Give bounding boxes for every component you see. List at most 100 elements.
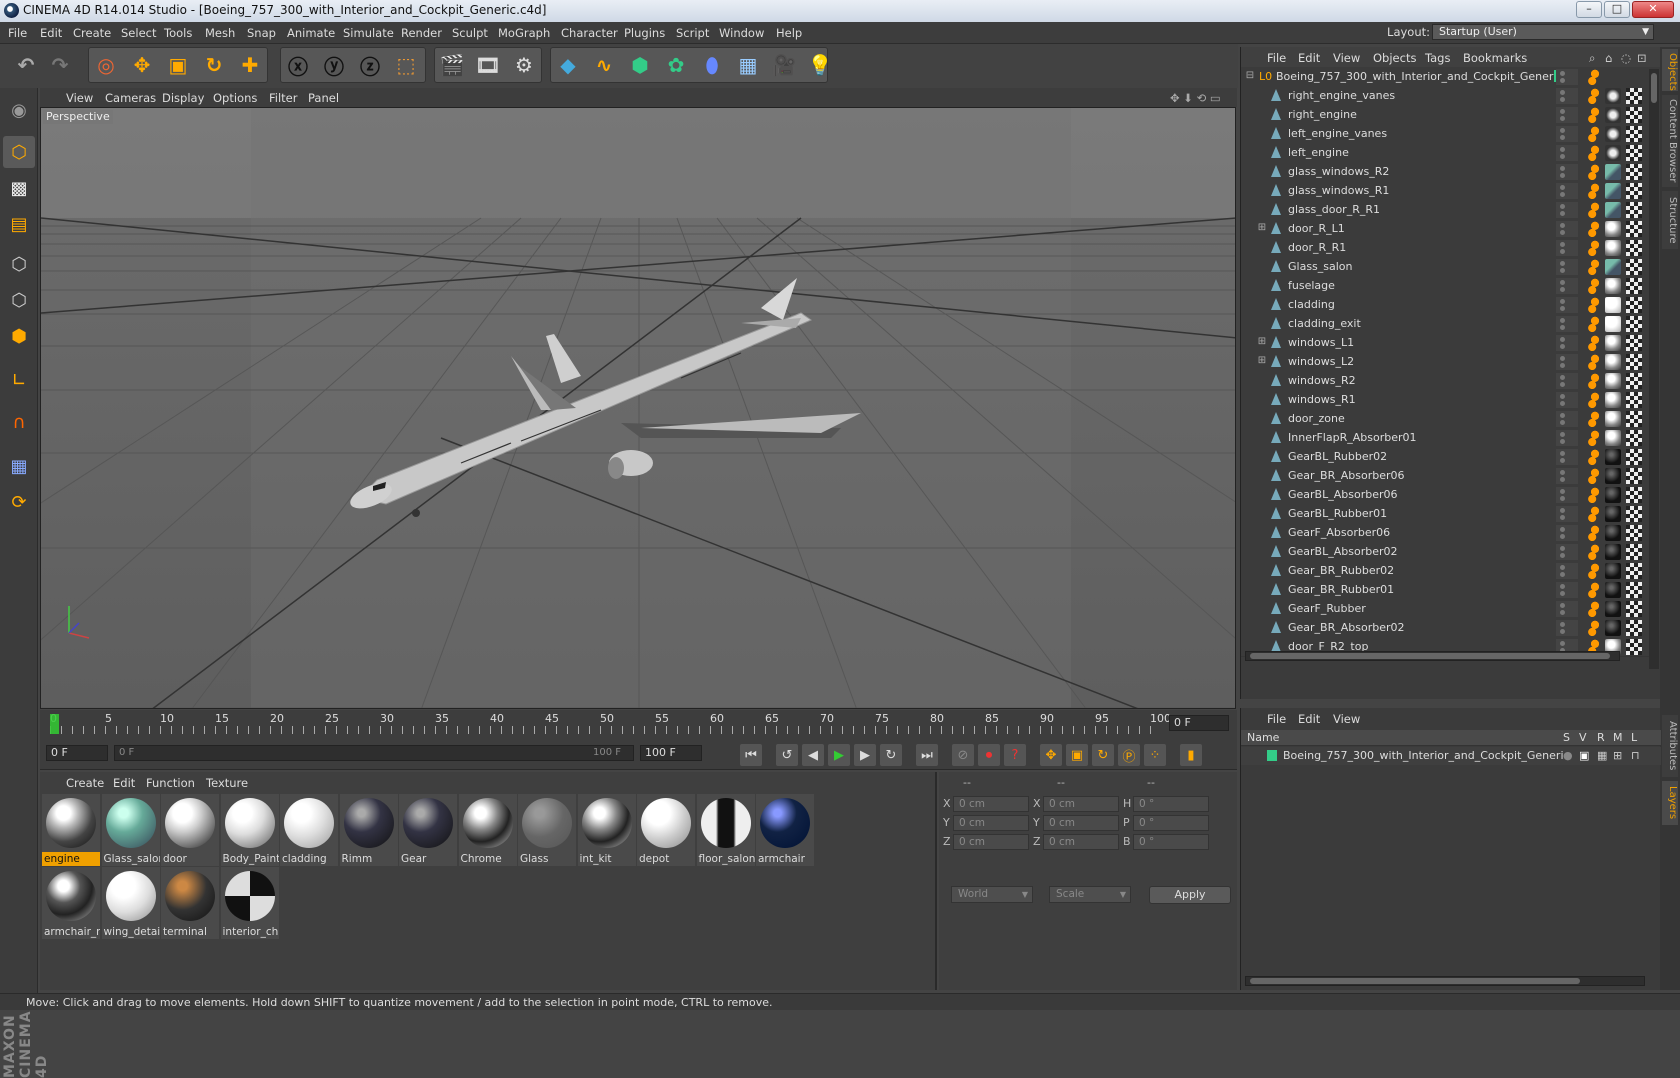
material-tag-icon[interactable] bbox=[1605, 221, 1621, 237]
visibility-dots[interactable] bbox=[1556, 240, 1578, 256]
key-position-icon[interactable]: ✥ bbox=[1040, 744, 1062, 766]
material-tag-icon[interactable] bbox=[1605, 392, 1621, 408]
tweak-mode-icon[interactable]: ⟳ bbox=[3, 486, 35, 518]
render-toggle-icon[interactable]: ▦ bbox=[1597, 749, 1607, 762]
phong-tag-icon[interactable] bbox=[1588, 335, 1602, 351]
phong-tag-icon[interactable] bbox=[1588, 240, 1602, 256]
material-engine[interactable]: engine bbox=[42, 794, 100, 866]
material-armchair-m[interactable]: armchair_m bbox=[42, 867, 100, 939]
object-row[interactable]: right_engine_vanes bbox=[1241, 86, 1649, 106]
texture-mode-icon[interactable]: ▩ bbox=[3, 172, 35, 204]
layer-row[interactable]: Boeing_757_300_with_Interior_and_Cockpit… bbox=[1241, 747, 1661, 765]
search-icon[interactable]: ⌕ bbox=[1589, 51, 1595, 66]
menu-file[interactable]: File bbox=[8, 26, 27, 40]
objects-menu-tags[interactable]: Tags bbox=[1425, 51, 1450, 65]
render-settings-icon[interactable]: ⚙ bbox=[508, 49, 540, 81]
current-frame-field[interactable]: 0 F bbox=[1169, 715, 1229, 731]
visibility-dots[interactable] bbox=[1556, 354, 1578, 370]
eye-icon[interactable]: ◌ bbox=[1621, 51, 1631, 65]
object-row[interactable]: glass_windows_R1 bbox=[1241, 181, 1649, 201]
keyframe-selection-icon[interactable]: ? bbox=[1004, 744, 1026, 766]
tab-content-browser[interactable]: Content Browser bbox=[1662, 95, 1678, 187]
uvw-tag-icon[interactable] bbox=[1626, 563, 1642, 579]
phong-tag-icon[interactable] bbox=[1588, 563, 1602, 579]
rotation-field-h[interactable]: 0 ° bbox=[1133, 796, 1209, 812]
material-menu-texture[interactable]: Texture bbox=[206, 776, 248, 790]
uvw-tag-icon[interactable] bbox=[1626, 88, 1642, 104]
material-tag-icon[interactable] bbox=[1605, 525, 1621, 541]
viewport-menu-display[interactable]: Display bbox=[162, 91, 204, 105]
expand-icon[interactable]: ⊞ bbox=[1257, 337, 1267, 347]
uvw-tag-icon[interactable] bbox=[1626, 639, 1642, 655]
material-tag-icon[interactable] bbox=[1605, 297, 1621, 313]
uvw-tag-icon[interactable] bbox=[1626, 354, 1642, 370]
menu-sculpt[interactable]: Sculpt bbox=[452, 26, 488, 40]
phong-tag-icon[interactable] bbox=[1588, 582, 1602, 598]
objects-menu-view[interactable]: View bbox=[1333, 51, 1360, 65]
viewport-menu-cameras[interactable]: Cameras bbox=[105, 91, 156, 105]
object-row[interactable]: GearF_Absorber06 bbox=[1241, 523, 1649, 543]
phong-tag-icon[interactable] bbox=[1588, 316, 1602, 332]
uvw-tag-icon[interactable] bbox=[1626, 107, 1642, 123]
viewport-menu-view[interactable]: View bbox=[66, 91, 93, 105]
tab-structure[interactable]: Structure bbox=[1662, 191, 1678, 249]
phong-tag-icon[interactable] bbox=[1588, 164, 1602, 180]
phong-tag-icon[interactable] bbox=[1588, 259, 1602, 275]
playhead[interactable] bbox=[50, 714, 59, 734]
material-terminal[interactable]: terminal bbox=[161, 867, 219, 939]
visibility-dots[interactable] bbox=[1556, 525, 1578, 541]
material-wing-detai[interactable]: wing_detai bbox=[101, 867, 160, 939]
phong-tag-icon[interactable] bbox=[1588, 221, 1602, 237]
viewport-menu-filter[interactable]: Filter bbox=[269, 91, 297, 105]
light-icon[interactable]: 💡 bbox=[804, 49, 836, 81]
timeline-window-icon[interactable]: ▮ bbox=[1180, 744, 1202, 766]
visibility-dots[interactable] bbox=[1556, 544, 1578, 560]
uvw-tag-icon[interactable] bbox=[1626, 392, 1642, 408]
phong-tag-icon[interactable] bbox=[1588, 278, 1602, 294]
snap-magnet-icon[interactable]: ∩ bbox=[3, 406, 35, 438]
visibility-dots[interactable] bbox=[1556, 411, 1578, 427]
material-cladding[interactable]: cladding bbox=[280, 794, 338, 866]
record-keys-icon[interactable]: ⊘ bbox=[952, 744, 974, 766]
visibility-dots[interactable] bbox=[1556, 145, 1578, 161]
uvw-tag-icon[interactable] bbox=[1626, 259, 1642, 275]
cube-primitive-icon[interactable]: ◆ bbox=[552, 49, 584, 81]
phong-tag-icon[interactable] bbox=[1588, 411, 1602, 427]
objects-hscrollbar[interactable] bbox=[1245, 651, 1620, 661]
phong-tag-icon[interactable] bbox=[1588, 620, 1602, 636]
material-tag-icon[interactable] bbox=[1605, 88, 1621, 104]
phong-tag-icon[interactable] bbox=[1588, 202, 1602, 218]
objects-vscrollbar[interactable] bbox=[1649, 69, 1659, 669]
uvw-tag-icon[interactable] bbox=[1626, 544, 1642, 560]
uvw-tag-icon[interactable] bbox=[1626, 449, 1642, 465]
material-tag-icon[interactable] bbox=[1605, 145, 1621, 161]
phong-tag-icon[interactable] bbox=[1588, 297, 1602, 313]
uvw-tag-icon[interactable] bbox=[1626, 430, 1642, 446]
visibility-dots[interactable] bbox=[1556, 183, 1578, 199]
end-frame-field[interactable]: 100 F bbox=[640, 745, 702, 761]
tab-layers[interactable]: Layers bbox=[1662, 781, 1678, 825]
objects-menu-file[interactable]: File bbox=[1267, 51, 1286, 65]
layers-menu-file[interactable]: File bbox=[1267, 712, 1286, 726]
menu-simulate[interactable]: Simulate bbox=[343, 26, 394, 40]
viewport-menu-panel[interactable]: Panel bbox=[308, 91, 339, 105]
material-menu-create[interactable]: Create bbox=[66, 776, 104, 790]
menu-window[interactable]: Window bbox=[719, 26, 764, 40]
material-body-paint[interactable]: Body_Paint bbox=[220, 794, 279, 866]
maximize-button[interactable]: □ bbox=[1604, 1, 1630, 18]
phong-tag-icon[interactable] bbox=[1588, 468, 1602, 484]
visibility-dots[interactable] bbox=[1556, 88, 1578, 104]
object-row[interactable]: fuselage bbox=[1241, 276, 1649, 296]
material-tag-icon[interactable] bbox=[1605, 354, 1621, 370]
phong-tag-icon[interactable] bbox=[1588, 354, 1602, 370]
menu-help[interactable]: Help bbox=[776, 26, 802, 40]
uvw-tag-icon[interactable] bbox=[1626, 126, 1642, 142]
key-rotation-icon[interactable]: ↻ bbox=[1092, 744, 1114, 766]
uvw-tag-icon[interactable] bbox=[1626, 582, 1642, 598]
render-picture-viewer-icon[interactable]: 🎞 bbox=[472, 49, 504, 81]
material-chrome[interactable]: Chrome bbox=[458, 794, 517, 866]
object-row[interactable]: left_engine_vanes bbox=[1241, 124, 1649, 144]
live-selection-icon[interactable]: ◎ bbox=[90, 49, 122, 81]
object-row[interactable]: ⊞ windows_L2 bbox=[1241, 352, 1649, 372]
model-mode-icon[interactable]: ⬡ bbox=[3, 136, 35, 168]
